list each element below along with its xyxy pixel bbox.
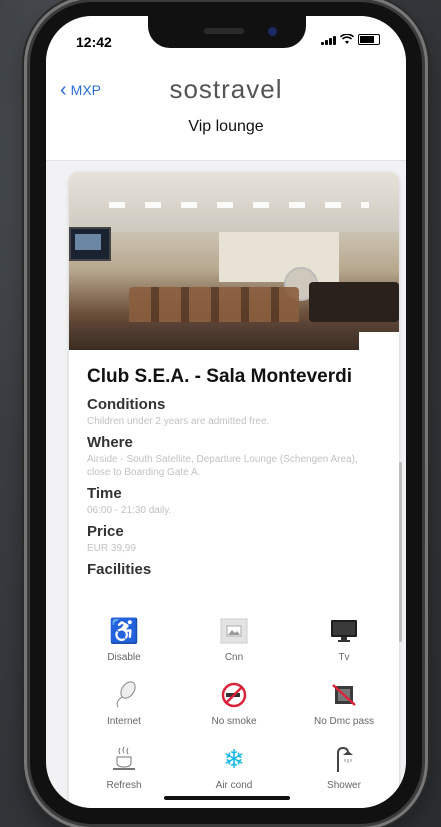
lounge-info: Club S.E.A. - Sala Monteverdi Conditions… — [69, 350, 399, 578]
lounge-name: Club S.E.A. - Sala Monteverdi — [87, 366, 352, 387]
conditions-value: Children under 2 years are admitted free… — [87, 416, 270, 427]
wheelchair-icon: ♿ — [109, 617, 139, 645]
facility-no-smoke[interactable]: No smoke — [179, 676, 289, 740]
no-smoking-icon — [221, 680, 247, 710]
facility-no-dmc-pass[interactable]: No Dmc pass — [289, 676, 399, 740]
nav-bar: ‹ MXP sostravel Vip lounge — [46, 60, 406, 161]
brand-logo: sostravel — [169, 74, 283, 104]
no-pass-icon — [331, 680, 357, 710]
where-section: Where Airside - South Satellite, Departu… — [87, 434, 381, 479]
snowflake-icon: ❄ — [223, 743, 245, 774]
status-icons — [321, 34, 380, 45]
facility-label: Cnn — [224, 652, 244, 663]
time-section: Time 06:00 - 21:30 daily. — [87, 485, 381, 517]
signal-icon — [321, 35, 336, 45]
price-section: Price EUR 39,99 — [87, 523, 381, 555]
facility-tv[interactable]: Tv — [289, 612, 399, 676]
facility-label: No smoke — [211, 716, 257, 727]
image-icon — [220, 616, 248, 646]
lounge-card: Club S.E.A. - Sala Monteverdi Conditions… — [69, 172, 399, 808]
facilities-grid: ♿ Disable Cnn Tv Internet No smoke No Dm… — [69, 612, 399, 804]
coffee-icon — [109, 744, 139, 774]
mouse-icon — [109, 680, 139, 710]
where-value: Airside - South Satellite, Departure Lou… — [87, 454, 358, 478]
price-value: EUR 39,99 — [87, 543, 136, 554]
price-label: Price — [87, 523, 124, 540]
facility-label: No Dmc pass — [313, 716, 374, 727]
page-title: Vip lounge — [188, 118, 264, 135]
facility-label: Internet — [107, 716, 141, 727]
facility-air-cond[interactable]: ❄ Air cond — [179, 740, 289, 804]
tv-icon — [330, 616, 358, 646]
facility-label: Air cond — [215, 780, 253, 791]
facility-label: Refresh — [106, 780, 142, 791]
content-area[interactable]: Club S.E.A. - Sala Monteverdi Conditions… — [46, 162, 406, 808]
facility-internet[interactable]: Internet — [69, 676, 179, 740]
wifi-icon — [340, 34, 354, 44]
facility-label: Shower — [327, 780, 361, 791]
facility-label: Tv — [338, 652, 350, 663]
facility-shower[interactable]: Shower — [289, 740, 399, 804]
notch — [148, 16, 306, 48]
scrollbar[interactable] — [399, 462, 402, 642]
status-time: 12:42 — [76, 34, 112, 50]
battery-icon — [358, 34, 380, 45]
lounge-photo — [69, 172, 399, 350]
facility-label: Disable — [107, 652, 141, 663]
facility-cnn[interactable]: Cnn — [179, 612, 289, 676]
facility-disable[interactable]: ♿ Disable — [69, 612, 179, 676]
app-screen: 12:42 ‹ MXP sostravel Vip lounge Club S.… — [46, 16, 406, 808]
home-indicator[interactable] — [164, 796, 290, 800]
phone-frame: 12:42 ‹ MXP sostravel Vip lounge Club S.… — [30, 2, 422, 824]
facility-refresh[interactable]: Refresh — [69, 740, 179, 804]
time-value: 06:00 - 21:30 daily. — [87, 505, 172, 516]
shower-icon — [332, 744, 356, 774]
time-label: Time — [87, 485, 122, 502]
facilities-label: Facilities — [87, 561, 152, 578]
conditions-section: Conditions Children under 2 years are ad… — [87, 396, 381, 428]
where-label: Where — [87, 434, 133, 451]
conditions-label: Conditions — [87, 396, 166, 413]
